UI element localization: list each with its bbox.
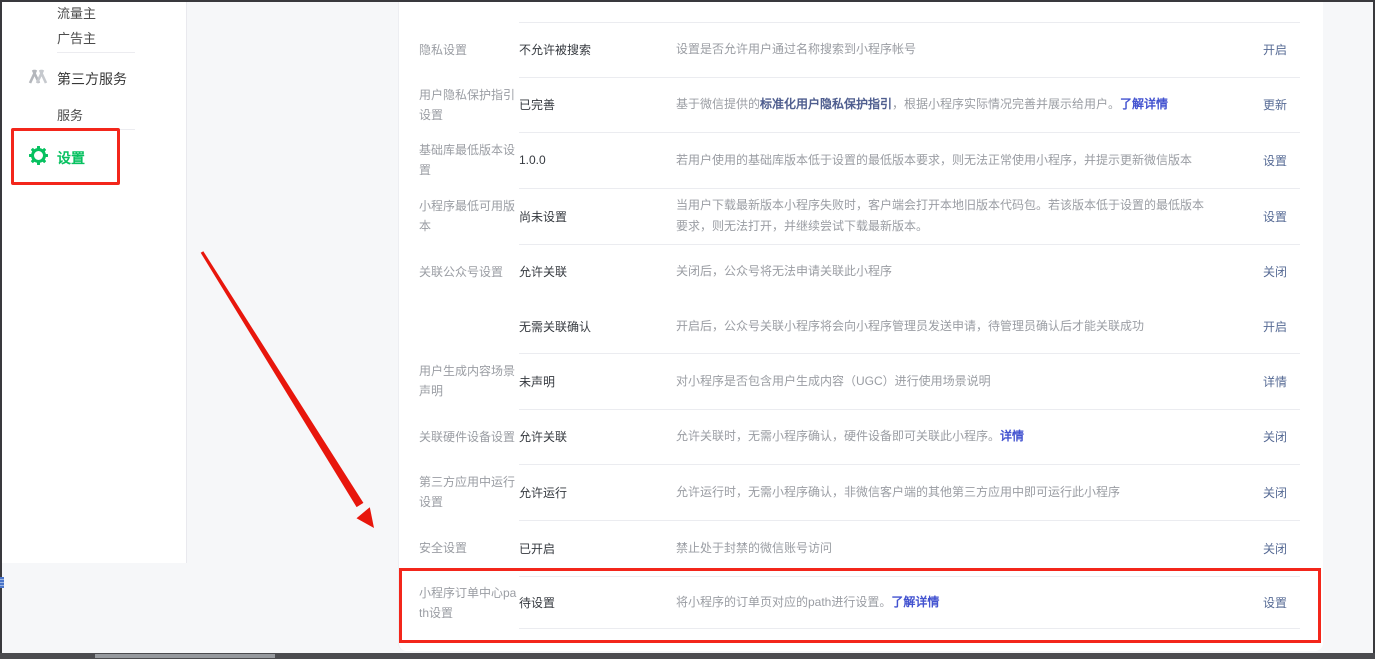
settings-row: 小程序最低可用版本尚未设置当用户下载最新版本小程序失败时，客户端会打开本地旧版本…	[399, 188, 1323, 244]
setting-value: 已完善	[519, 96, 676, 113]
description-text: 对小程序是否包含用户生成内容（UGC）进行使用场景说明	[676, 374, 991, 388]
setting-label: 基础库最低版本设置	[419, 140, 519, 180]
description-text: 开启后，公众号关联小程序将会向小程序管理员发送申请，待管理员确认后才能关联成功	[676, 319, 1144, 333]
annotation-box-settings	[11, 128, 120, 185]
settings-row: 用户生成内容场景声明未声明对小程序是否包含用户生成内容（UGC）进行使用场景说明…	[399, 353, 1323, 409]
setting-label: 关联硬件设备设置	[419, 427, 519, 447]
scrollbar-thumb[interactable]	[95, 654, 275, 658]
setting-description: 允许关联时，无需小程序确认，硬件设备即可关联此小程序。详情	[676, 426, 1211, 447]
description-text: 若用户使用的基础库版本低于设置的最低版本要求，则无法正常使用小程序，并提示更新微…	[676, 153, 1192, 167]
setting-description: 设置是否允许用户通过名称搜索到小程序帐号	[676, 39, 1211, 60]
sidebar-item-traffic[interactable]: 流量主	[57, 3, 96, 22]
setting-description: 禁止处于封禁的微信账号访问	[676, 538, 1211, 559]
setting-label: 安全设置	[419, 538, 519, 558]
description-text: 当用户下载最新版本小程序失败时，客户端会打开本地旧版本代码包。若该版本低于设置的…	[676, 198, 1204, 233]
setting-action-link[interactable]: 设置	[1263, 208, 1287, 225]
sidebar-divider	[57, 52, 135, 53]
settings-row: 隐私设置不允许被搜索设置是否允许用户通过名称搜索到小程序帐号 开启	[399, 22, 1323, 77]
description-text: 关闭后，公众号将无法申请关联此小程序	[676, 264, 892, 278]
third-party-icon	[28, 68, 48, 86]
setting-description: 基于微信提供的标准化用户隐私保护指引，根据小程序实际情况完善并展示给用户。了解详…	[676, 94, 1211, 115]
setting-action-link[interactable]: 设置	[1263, 152, 1287, 169]
setting-description: 当用户下载最新版本小程序失败时，客户端会打开本地旧版本代码包。若该版本低于设置的…	[676, 195, 1211, 237]
settings-table: 隐私设置不允许被搜索设置是否允许用户通过名称搜索到小程序帐号开启用户隐私保护指引…	[399, 22, 1323, 629]
setting-value: 尚未设置	[519, 208, 676, 225]
sidebar: 流量主 广告主 第三方服务 服务 设置	[2, 2, 187, 563]
setting-label: 关联公众号设置	[419, 262, 519, 282]
setting-value: 不允许被搜索	[519, 41, 676, 58]
description-text: 允许关联时，无需小程序确认，硬件设备即可关联此小程序。	[676, 429, 1000, 443]
setting-description: 开启后，公众号关联小程序将会向小程序管理员发送申请，待管理员确认后才能关联成功	[676, 316, 1211, 337]
setting-label: 用户隐私保护指引设置	[419, 85, 519, 125]
settings-row: 基础库最低版本设置1.0.0若用户使用的基础库版本低于设置的最低版本要求，则无法…	[399, 132, 1323, 188]
setting-action-link[interactable]: 关闭	[1263, 428, 1287, 445]
setting-value: 允许关联	[519, 428, 676, 445]
annotation-box-path-row	[399, 568, 1321, 643]
setting-action-link[interactable]: 详情	[1263, 373, 1287, 390]
description-text: 禁止处于封禁的微信账号访问	[676, 541, 832, 555]
setting-value: 1.0.0	[519, 153, 676, 167]
setting-action-link[interactable]: 关闭	[1263, 263, 1287, 280]
sidebar-section-third-party[interactable]: 第三方服务	[57, 69, 127, 89]
screenshot-border-left	[0, 0, 2, 659]
setting-action-link[interactable]: 关闭	[1263, 484, 1287, 501]
setting-value: 已开启	[519, 540, 676, 557]
description-link[interactable]: 标准化用户隐私保护指引	[760, 97, 892, 111]
edge-artifact	[0, 577, 4, 588]
description-text: 允许运行时，无需小程序确认，非微信客户端的其他第三方应用中即可运行此小程序	[676, 485, 1120, 499]
setting-action-link[interactable]: 开启	[1263, 318, 1287, 335]
description-text: 基于微信提供的	[676, 97, 760, 111]
description-link[interactable]: 详情	[1000, 429, 1024, 443]
setting-description: 对小程序是否包含用户生成内容（UGC）进行使用场景说明	[676, 371, 1211, 392]
sidebar-item-service[interactable]: 服务	[57, 105, 83, 124]
settings-row: 无需关联确认开启后，公众号关联小程序将会向小程序管理员发送申请，待管理员确认后才…	[399, 299, 1323, 353]
setting-action-link[interactable]: 更新	[1263, 96, 1287, 113]
settings-row: 关联公众号设置允许关联关闭后，公众号将无法申请关联此小程序 关闭	[399, 244, 1323, 299]
screenshot-border-top	[0, 0, 1375, 2]
setting-description: 若用户使用的基础库版本低于设置的最低版本要求，则无法正常使用小程序，并提示更新微…	[676, 150, 1211, 171]
setting-label: 第三方应用中运行设置	[419, 472, 519, 512]
setting-label: 隐私设置	[419, 40, 519, 60]
description-link[interactable]: 了解详情	[1120, 97, 1168, 111]
description-text: ，根据小程序实际情况完善并展示给用户。	[892, 97, 1120, 111]
setting-value: 无需关联确认	[519, 318, 676, 335]
setting-value: 允许运行	[519, 484, 676, 501]
settings-row: 用户隐私保护指引设置已完善基于微信提供的标准化用户隐私保护指引，根据小程序实际情…	[399, 77, 1323, 132]
settings-panel: 隐私设置不允许被搜索设置是否允许用户通过名称搜索到小程序帐号开启用户隐私保护指引…	[398, 2, 1323, 651]
setting-action-link[interactable]: 关闭	[1263, 540, 1287, 557]
setting-action-link[interactable]: 开启	[1263, 41, 1287, 58]
settings-row: 关联硬件设备设置允许关联允许关联时，无需小程序确认，硬件设备即可关联此小程序。详…	[399, 409, 1323, 464]
setting-value: 未声明	[519, 373, 676, 390]
description-text: 设置是否允许用户通过名称搜索到小程序帐号	[676, 42, 916, 56]
sidebar-item-advertiser[interactable]: 广告主	[57, 28, 96, 47]
setting-description: 允许运行时，无需小程序确认，非微信客户端的其他第三方应用中即可运行此小程序	[676, 482, 1211, 503]
setting-label: 小程序最低可用版本	[419, 196, 519, 236]
setting-label: 用户生成内容场景声明	[419, 361, 519, 401]
setting-description: 关闭后，公众号将无法申请关联此小程序	[676, 261, 1211, 282]
setting-value: 允许关联	[519, 263, 676, 280]
settings-row: 第三方应用中运行设置允许运行允许运行时，无需小程序确认，非微信客户端的其他第三方…	[399, 464, 1323, 520]
